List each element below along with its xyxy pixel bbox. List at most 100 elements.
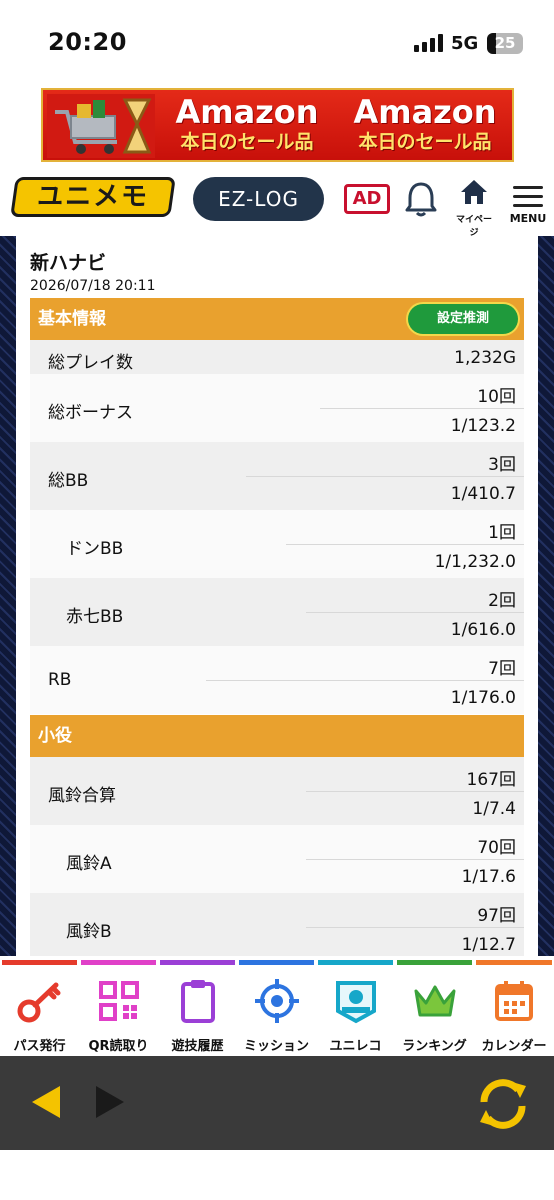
row-prob: 1/616.0 bbox=[450, 620, 516, 640]
browser-toolbar bbox=[0, 1056, 554, 1150]
battery-level: 25 bbox=[494, 34, 516, 52]
row-label: 赤七BB bbox=[66, 607, 124, 627]
table-row: ドンBB 1回 1/1,232.0 bbox=[30, 510, 524, 578]
nav-calendar[interactable]: カレンダー bbox=[474, 960, 554, 1056]
row-label: 総BB bbox=[48, 471, 89, 491]
section-title: 基本情報 bbox=[38, 309, 106, 329]
ad-button[interactable]: AD bbox=[344, 184, 390, 214]
machine-datetime: 2026/07/18 20:11 bbox=[30, 278, 156, 294]
crown-icon bbox=[414, 985, 455, 1017]
menu-button[interactable]: MENU bbox=[507, 182, 549, 232]
section-basic-info: 基本情報 設定推測 bbox=[30, 298, 524, 340]
table-row: 総BB 3回 1/410.7 bbox=[30, 442, 524, 510]
row-count: 2回 bbox=[488, 591, 516, 611]
nav-pass[interactable]: パス発行 bbox=[0, 960, 79, 1056]
status-time: 20:20 bbox=[48, 28, 127, 56]
data-panel: 新ハナビ 2026/07/18 20:11 基本情報 設定推測 総プレイ数 1,… bbox=[16, 236, 538, 956]
nav-ranking[interactable]: ランキング bbox=[395, 960, 474, 1056]
row-count: 1回 bbox=[488, 523, 516, 543]
row-divider bbox=[306, 927, 524, 928]
section-title: 小役 bbox=[38, 726, 72, 746]
row-label: RB bbox=[48, 670, 72, 690]
row-count: 97回 bbox=[477, 906, 516, 926]
table-row: 風鈴A 70回 1/17.6 bbox=[30, 825, 524, 893]
nav-label: パス発行 bbox=[13, 1039, 66, 1054]
unimemo-logo[interactable]: ユニメモ bbox=[10, 177, 176, 217]
nav-qr[interactable]: QR読取り bbox=[79, 960, 158, 1056]
nav-label: カレンダー bbox=[481, 1039, 547, 1054]
nav-label: ユニレコ bbox=[329, 1039, 382, 1054]
banner-line2a: 本日のセール品 bbox=[180, 131, 314, 153]
menu-label: MENU bbox=[509, 212, 547, 225]
mypage-label: マイページ bbox=[455, 215, 492, 238]
row-divider bbox=[306, 612, 524, 613]
mypage-button[interactable]: マイページ bbox=[452, 178, 496, 238]
clipboard-icon bbox=[180, 980, 215, 1023]
battery-icon: 25 bbox=[487, 33, 523, 54]
nav-label: ランキング bbox=[402, 1039, 467, 1054]
row-divider bbox=[306, 791, 524, 792]
table-row: 総ボーナス 10回 1/123.2 bbox=[30, 374, 524, 442]
calendar-icon bbox=[495, 981, 533, 1021]
setting-estimate-button[interactable]: 設定推測 bbox=[408, 304, 518, 334]
row-prob: 1/17.6 bbox=[461, 867, 516, 887]
app-header: ユニメモ EZ-LOG AD マイページ MENU bbox=[0, 172, 554, 238]
section-koyaku: 小役 bbox=[30, 715, 524, 757]
row-prob: 1/410.7 bbox=[450, 484, 516, 504]
row-divider bbox=[306, 859, 524, 860]
row-count: 7回 bbox=[488, 659, 516, 679]
key-icon bbox=[17, 982, 60, 1023]
row-prob: 1/7.4 bbox=[472, 799, 516, 819]
table-row: 風鈴合算 167回 1/7.4 bbox=[30, 757, 524, 825]
side-pattern-left bbox=[0, 236, 16, 956]
ad-banner[interactable]: Amazon 本日のセール品 Amazon 本日のセール品 bbox=[41, 88, 514, 162]
row-label: 風鈴合算 bbox=[48, 786, 116, 806]
nav-label: QR読取り bbox=[88, 1039, 149, 1054]
shopping-cart-icon bbox=[47, 94, 155, 158]
row-divider bbox=[286, 544, 524, 545]
row-label: 総ボーナス bbox=[48, 403, 133, 423]
row-prob: 1/12.7 bbox=[461, 935, 516, 955]
signal-icon bbox=[414, 34, 444, 52]
reload-icon[interactable] bbox=[474, 1076, 532, 1132]
row-count: 10回 bbox=[477, 387, 516, 407]
qr-icon bbox=[98, 981, 139, 1021]
back-arrow-icon[interactable] bbox=[30, 1084, 62, 1120]
home-indicator-area bbox=[0, 1150, 554, 1200]
row-divider bbox=[320, 408, 524, 409]
bottom-nav: パス発行 QR読取り 遊技履歴 ミッション ユニレコ ランキング カレンダー bbox=[0, 960, 554, 1056]
row-value: 1,232G bbox=[454, 348, 516, 368]
row-prob: 1/176.0 bbox=[450, 688, 516, 708]
table-row: RB 7回 1/176.0 bbox=[30, 646, 524, 714]
row-label: ドンBB bbox=[66, 539, 124, 559]
table-row: 総プレイ数 1,232G bbox=[30, 340, 524, 374]
row-count: 3回 bbox=[488, 455, 516, 475]
banner-line1b: Amazon bbox=[353, 93, 497, 131]
logo-text: ユニメモ bbox=[36, 182, 149, 212]
table-row: 赤七BB 2回 1/616.0 bbox=[30, 578, 524, 646]
row-divider bbox=[206, 680, 524, 681]
status-bar: 20:20 5G 25 bbox=[0, 0, 554, 82]
table-row: 風鈴B 97回 1/12.7 bbox=[30, 893, 524, 956]
row-label: 風鈴B bbox=[66, 922, 112, 942]
home-icon bbox=[461, 180, 487, 204]
row-count: 70回 bbox=[477, 838, 516, 858]
row-count: 167回 bbox=[466, 770, 516, 790]
network-type: 5G bbox=[451, 33, 479, 54]
ezlog-button[interactable]: EZ-LOG bbox=[193, 177, 324, 221]
row-label: 総プレイ数 bbox=[48, 353, 133, 373]
nav-unireco[interactable]: ユニレコ bbox=[316, 960, 395, 1056]
bell-icon[interactable] bbox=[404, 180, 438, 218]
nav-mission[interactable]: ミッション bbox=[237, 960, 316, 1056]
nav-label: ミッション bbox=[243, 1039, 309, 1054]
nav-label: 遊技履歴 bbox=[171, 1039, 224, 1054]
row-prob: 1/1,232.0 bbox=[434, 552, 516, 572]
row-prob: 1/123.2 bbox=[450, 416, 516, 436]
forward-arrow-icon[interactable] bbox=[94, 1084, 126, 1120]
banner-line2b: 本日のセール品 bbox=[358, 131, 492, 153]
target-icon bbox=[254, 979, 299, 1023]
side-pattern-right bbox=[538, 236, 554, 956]
nav-history[interactable]: 遊技履歴 bbox=[158, 960, 237, 1056]
row-divider bbox=[246, 476, 524, 477]
row-label: 風鈴A bbox=[66, 854, 112, 874]
